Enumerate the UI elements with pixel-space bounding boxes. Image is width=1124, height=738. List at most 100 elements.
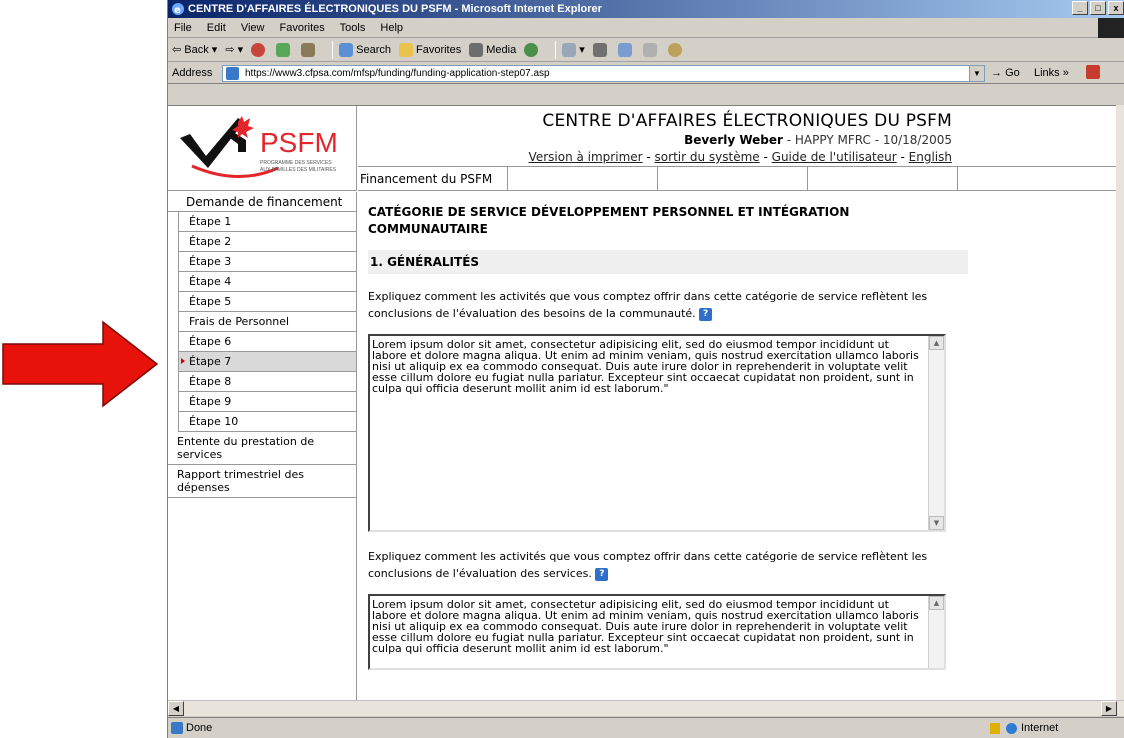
refresh-button[interactable] bbox=[276, 42, 293, 57]
answer-2-textarea[interactable]: Lorem ipsum dolor sit amet, consectetur … bbox=[368, 594, 946, 670]
edit-button[interactable] bbox=[617, 42, 635, 57]
history-button[interactable] bbox=[524, 42, 541, 57]
menu-help[interactable]: Help bbox=[380, 22, 403, 34]
scroll-left-icon[interactable]: ◀ bbox=[168, 701, 184, 716]
nav-step-2[interactable]: Étape 2 bbox=[178, 232, 356, 252]
print-button[interactable] bbox=[592, 42, 610, 57]
ie-logo-icon: e bbox=[172, 3, 184, 16]
status-text: Done bbox=[186, 722, 213, 734]
menu-tools[interactable]: Tools bbox=[340, 22, 366, 34]
nav-step-6[interactable]: Étape 6 bbox=[178, 332, 356, 352]
maximize-button[interactable]: □ bbox=[1090, 1, 1106, 15]
question-2: Expliquez comment les activités que vous… bbox=[368, 548, 968, 582]
scroll-up-icon[interactable]: ▲ bbox=[929, 336, 944, 350]
category-title: CATÉGORIE DE SERVICE DÉVELOPPEMENT PERSO… bbox=[368, 205, 850, 236]
page-vertical-scrollbar[interactable] bbox=[1116, 105, 1124, 700]
nav-step-4[interactable]: Étape 4 bbox=[178, 272, 356, 292]
psfm-logo: PSFM PROGRAMME DES SERVICES AUX FAMILLES… bbox=[168, 106, 357, 191]
nav-step-personnel[interactable]: Frais de Personnel bbox=[178, 312, 356, 332]
toolbar-extension-icon[interactable] bbox=[1086, 65, 1100, 79]
help-icon[interactable]: ? bbox=[595, 567, 609, 581]
question-1: Expliquez comment les activités que vous… bbox=[368, 288, 968, 322]
globe-icon bbox=[1006, 722, 1017, 734]
close-button[interactable]: x bbox=[1108, 1, 1124, 15]
back-button[interactable]: ⇦ Back ▾ bbox=[172, 38, 217, 62]
page-horizontal-scrollbar[interactable]: ◀ ▶ bbox=[168, 700, 1124, 716]
page-viewport: PSFM PROGRAMME DES SERVICES AUX FAMILLES… bbox=[168, 105, 1117, 701]
stop-icon bbox=[251, 42, 266, 57]
back-label: Back bbox=[184, 43, 209, 56]
history-icon bbox=[524, 42, 539, 57]
link-separator: - bbox=[896, 150, 909, 164]
header-links: Version à imprimer - sortir du système -… bbox=[358, 148, 952, 166]
nav-service-agreement[interactable]: Entente du prestation de services bbox=[168, 432, 356, 465]
logo-tagline-1: PROGRAMME DES SERVICES bbox=[260, 160, 332, 166]
window-titlebar: e CENTRE D'AFFAIRES ÉLECTRONIQUES DU PSF… bbox=[168, 0, 1124, 18]
page-header: CENTRE D'AFFAIRES ÉLECTRONIQUES DU PSFM … bbox=[358, 106, 1117, 166]
status-bar: Done Internet bbox=[168, 717, 1124, 738]
home-icon bbox=[301, 42, 316, 57]
refresh-icon bbox=[276, 42, 291, 57]
page-done-icon bbox=[171, 722, 183, 734]
scroll-up-icon[interactable]: ▲ bbox=[929, 596, 944, 610]
nav-step-3[interactable]: Étape 3 bbox=[178, 252, 356, 272]
logo-brand-text: PSFM bbox=[260, 127, 338, 158]
stop-button[interactable] bbox=[251, 42, 268, 57]
menu-edit[interactable]: Edit bbox=[207, 22, 226, 34]
left-navigation: Demande de financement Étape 1 Étape 2 É… bbox=[168, 192, 357, 701]
nav-step-9[interactable]: Étape 9 bbox=[178, 392, 356, 412]
address-bar: Address https://www3.cfpsa.com/mfsp/fund… bbox=[168, 62, 1124, 84]
nav-step-8[interactable]: Étape 8 bbox=[178, 372, 356, 392]
favorites-button[interactable]: Favorites bbox=[398, 38, 461, 62]
zone-label: Internet bbox=[1021, 722, 1059, 734]
tab-empty-3[interactable] bbox=[808, 167, 958, 191]
help-icon[interactable]: ? bbox=[699, 307, 713, 321]
tab-empty-1[interactable] bbox=[508, 167, 658, 191]
site-title: CENTRE D'AFFAIRES ÉLECTRONIQUES DU PSFM bbox=[542, 111, 952, 131]
nav-header[interactable]: Demande de financement bbox=[168, 192, 356, 212]
print-version-link[interactable]: Version à imprimer bbox=[529, 150, 643, 164]
textarea-scrollbar[interactable]: ▲ ▼ bbox=[928, 336, 944, 530]
messenger-button[interactable] bbox=[667, 42, 685, 57]
tab-financement[interactable]: Financement du PSFM bbox=[358, 167, 508, 191]
menu-file[interactable]: File bbox=[174, 22, 192, 34]
links-button[interactable]: Links » bbox=[1034, 62, 1069, 84]
address-input[interactable]: https://www3.cfpsa.com/mfsp/funding/fund… bbox=[222, 65, 970, 82]
media-label: Media bbox=[486, 43, 517, 56]
english-link[interactable]: English bbox=[909, 150, 952, 164]
nav-step-7-active[interactable]: Étape 7 bbox=[178, 352, 356, 372]
menu-view[interactable]: View bbox=[241, 22, 265, 34]
windows-flag-icon bbox=[1098, 18, 1124, 38]
forward-arrow-icon: ⇨ bbox=[225, 43, 235, 56]
nav-step-10[interactable]: Étape 10 bbox=[178, 412, 356, 432]
tab-empty-2[interactable] bbox=[658, 167, 808, 191]
user-info: Beverly Weber - HAPPY MFRC - 10/18/2005 bbox=[358, 132, 952, 148]
forward-button[interactable]: ⇨ ▾ bbox=[225, 38, 243, 62]
mail-button[interactable]: ▾ bbox=[562, 38, 585, 62]
nav-step-5[interactable]: Étape 5 bbox=[178, 292, 356, 312]
address-dropdown-button[interactable]: ▼ bbox=[969, 65, 985, 82]
scroll-right-icon[interactable]: ▶ bbox=[1101, 701, 1117, 716]
home-button[interactable] bbox=[301, 42, 318, 57]
security-zone: Internet bbox=[990, 718, 1058, 738]
main-content: CATÉGORIE DE SERVICE DÉVELOPPEMENT PERSO… bbox=[368, 192, 968, 670]
media-button[interactable]: Media bbox=[469, 38, 516, 62]
link-separator: - bbox=[642, 150, 655, 164]
nav-quarterly-report[interactable]: Rapport trimestriel des dépenses bbox=[168, 465, 356, 498]
go-button[interactable]: → Go bbox=[991, 62, 1020, 84]
logout-link[interactable]: sortir du système bbox=[655, 150, 760, 164]
browser-window: e CENTRE D'AFFAIRES ÉLECTRONIQUES DU PSF… bbox=[167, 0, 1124, 738]
link-separator: - bbox=[759, 150, 772, 164]
answer-1-textarea[interactable]: Lorem ipsum dolor sit amet, consectetur … bbox=[368, 334, 946, 532]
question-1-text: Expliquez comment les activités que vous… bbox=[368, 290, 928, 320]
discuss-button[interactable] bbox=[642, 42, 660, 57]
section-heading: 1. GÉNÉRALITÉS bbox=[368, 250, 968, 274]
user-guide-link[interactable]: Guide de l'utilisateur bbox=[772, 150, 897, 164]
search-button[interactable]: Search bbox=[339, 38, 391, 62]
nav-step-1[interactable]: Étape 1 bbox=[178, 212, 356, 232]
media-icon bbox=[469, 42, 484, 57]
menu-favorites[interactable]: Favorites bbox=[280, 22, 325, 34]
textarea-scrollbar[interactable]: ▲ bbox=[928, 596, 944, 668]
scroll-down-icon[interactable]: ▼ bbox=[929, 516, 944, 530]
minimize-button[interactable]: _ bbox=[1072, 1, 1088, 15]
